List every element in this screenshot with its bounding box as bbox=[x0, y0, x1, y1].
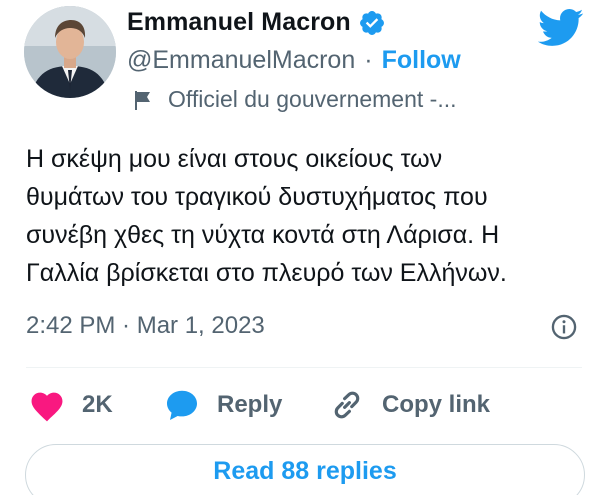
tweet-line: Γαλλία βρίσκεται στο πλευρό των Ελλήνων. bbox=[26, 259, 507, 287]
tweet-text: Η σκέψη μου είναι στους οικείους των θυμ… bbox=[26, 140, 591, 292]
link-icon bbox=[334, 391, 360, 419]
affiliation-label: Officiel du gouvernement -... bbox=[132, 86, 457, 113]
reply-button[interactable]: Reply bbox=[163, 385, 282, 425]
separator-dot: · bbox=[364, 46, 373, 74]
twitter-bird-icon[interactable] bbox=[537, 8, 584, 48]
tweet-timestamp[interactable]: 2:42 PM · Mar 1, 2023 bbox=[26, 312, 265, 340]
like-count: 2K bbox=[82, 391, 113, 418]
reply-label: Reply bbox=[217, 391, 283, 418]
action-bar: 2K Reply Copy link bbox=[28, 385, 588, 425]
follow-button[interactable]: Follow bbox=[382, 46, 461, 75]
info-icon[interactable] bbox=[550, 313, 578, 341]
speech-bubble-icon bbox=[167, 390, 197, 420]
author-display-name[interactable]: Emmanuel Macron bbox=[127, 8, 351, 37]
tweet-line: συνέβη χθες τη νύχτα κοντά στη Λάρισα. Η bbox=[26, 221, 500, 249]
like-button[interactable]: 2K bbox=[28, 385, 113, 425]
verified-badge-icon bbox=[358, 9, 386, 37]
tweet-line: Η σκέψη μου είναι στους οικείους των bbox=[26, 145, 443, 173]
avatar[interactable] bbox=[24, 6, 116, 98]
copy-link-button[interactable]: Copy link bbox=[328, 385, 490, 425]
copy-link-label: Copy link bbox=[382, 391, 491, 418]
author-handle[interactable]: @EmmanuelMacron bbox=[127, 46, 355, 75]
heart-icon bbox=[31, 392, 63, 422]
flag-icon bbox=[132, 89, 154, 111]
tweet-line: θυμάτων του τραγικού δυστυχήματος που bbox=[26, 183, 488, 211]
author-handle-row: @EmmanuelMacron · Follow bbox=[127, 46, 461, 75]
affiliation-label-text: Officiel du gouvernement -... bbox=[168, 86, 457, 112]
divider bbox=[26, 367, 582, 368]
read-replies-button[interactable]: Read 88 replies bbox=[25, 444, 585, 495]
author-name-row: Emmanuel Macron bbox=[127, 8, 386, 37]
